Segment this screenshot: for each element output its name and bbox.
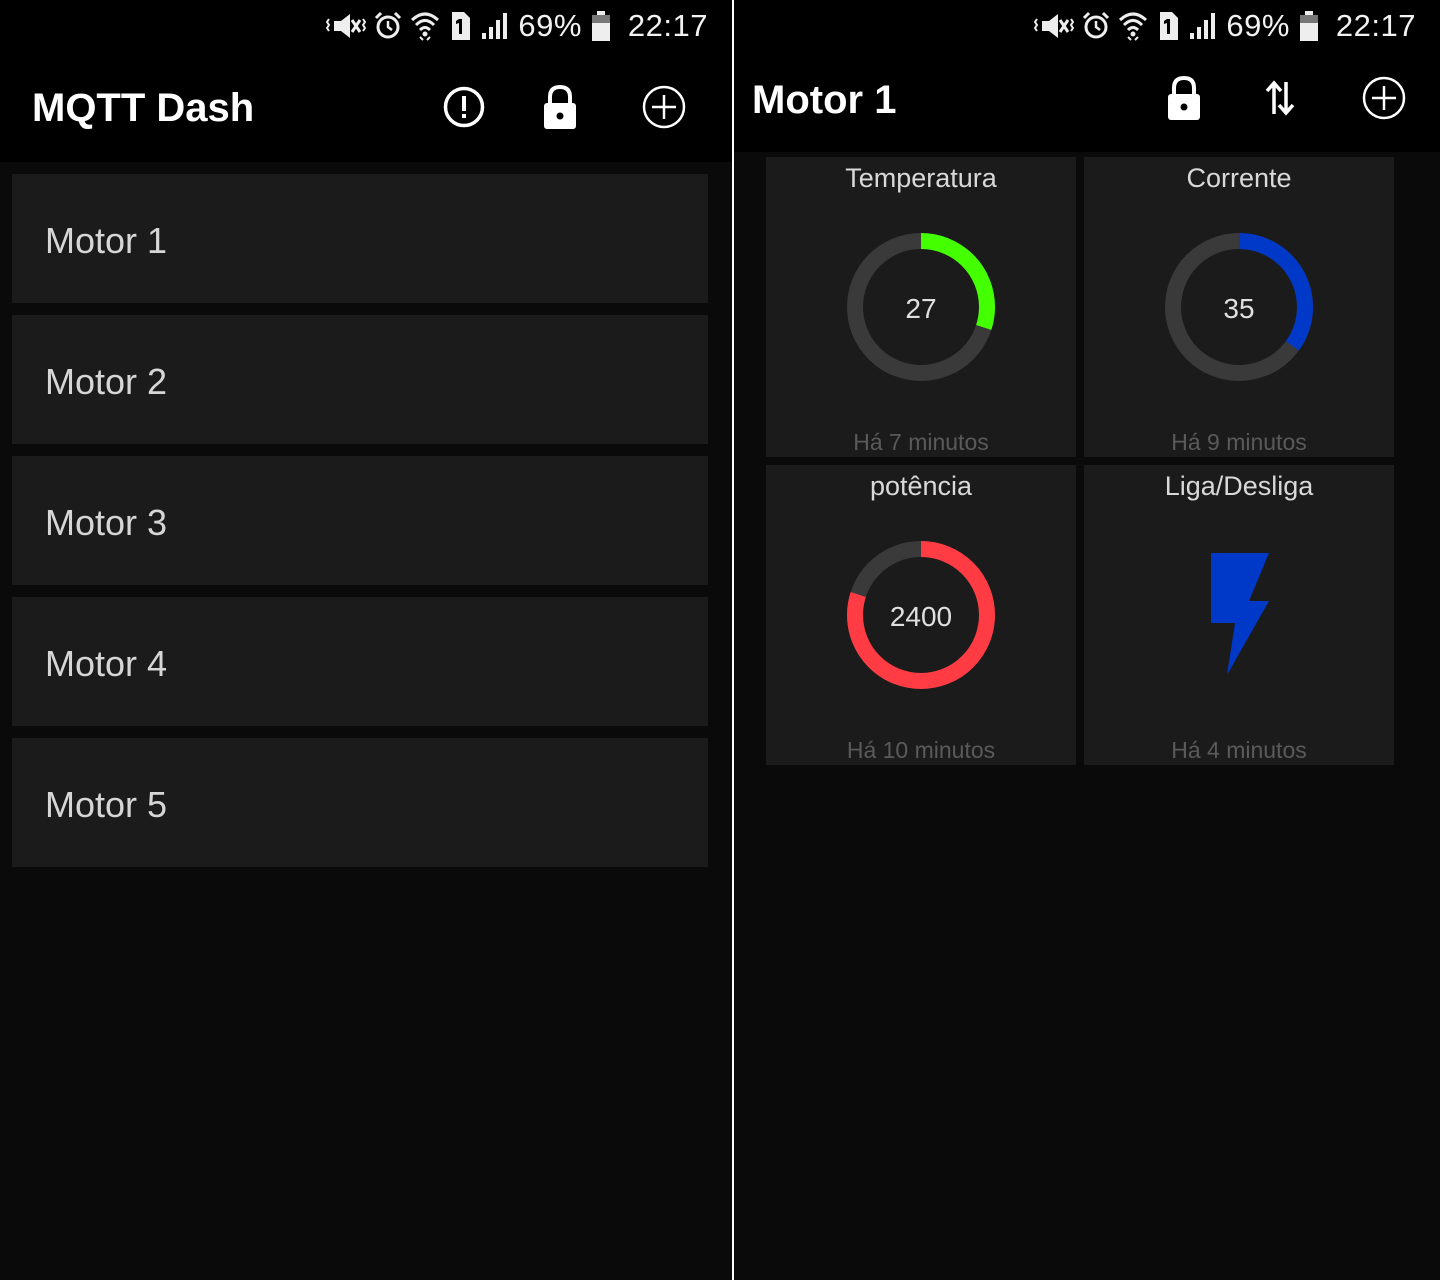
add-button[interactable] (636, 79, 692, 135)
list-item-label: Motor 2 (45, 361, 168, 402)
gauge-value: 27 (905, 293, 937, 324)
vibrate-mute-icon (326, 14, 367, 38)
sort-button[interactable] (1252, 70, 1308, 126)
tile-title: Temperatura (845, 163, 997, 193)
status-bar: 69% 22:17 (0, 0, 732, 52)
alert-icon (443, 86, 485, 128)
vibrate-mute-icon (1034, 14, 1075, 38)
clock: 22:17 (1335, 8, 1416, 43)
battery-percent: 69% (1226, 8, 1290, 43)
tile-temperatura[interactable]: Temperatura 27 Há 7 minutos (766, 157, 1076, 457)
clock: 22:17 (627, 8, 708, 43)
motor-dashboard-screen: 69% 22:17 Motor 1 Temperatura 27 Há 7 mi… (734, 0, 1440, 1280)
tile-title: potência (869, 471, 973, 501)
tile-updated: Há 10 minutos (846, 737, 996, 763)
signal-icon (1190, 13, 1216, 39)
alarm-icon (375, 11, 402, 39)
alert-button[interactable] (436, 79, 492, 135)
tile-updated: Há 4 minutos (1171, 737, 1307, 763)
add-icon (1362, 76, 1406, 120)
sort-arrows-icon (1265, 80, 1295, 116)
tile-title: Corrente (1186, 163, 1292, 193)
battery-icon (591, 11, 610, 41)
dashboard-list: Motor 1 Motor 2 Motor 3 Motor 4 Motor 5 (12, 174, 708, 879)
app-bar: Motor 1 (734, 52, 1440, 152)
sim-1-icon (1160, 12, 1179, 40)
sim-1-icon (452, 12, 471, 40)
dashboard-list-screen: 69% 22:17 MQTT Dash Motor 1 Motor 2 Moto… (0, 0, 732, 1280)
lightning-bolt-icon (1211, 553, 1269, 675)
list-item-motor-1[interactable]: Motor 1 (12, 174, 708, 303)
app-bar: MQTT Dash (0, 52, 732, 162)
battery-percent: 69% (518, 8, 582, 43)
list-item-label: Motor 5 (45, 784, 168, 825)
list-item-label: Motor 3 (45, 502, 168, 543)
app-title: MQTT Dash (32, 86, 255, 130)
add-tile-button[interactable] (1356, 70, 1412, 126)
wifi-icon (1119, 12, 1148, 41)
list-item-motor-4[interactable]: Motor 4 (12, 597, 708, 726)
tile-title: Liga/Desliga (1164, 471, 1314, 501)
add-icon (642, 85, 686, 129)
status-bar: 69% 22:17 (734, 0, 1440, 52)
lock-icon (1168, 75, 1200, 120)
tile-liga-desliga[interactable]: Liga/Desliga Há 4 minutos (1084, 465, 1394, 765)
gauge-value: 2400 (889, 601, 953, 632)
list-item-motor-2[interactable]: Motor 2 (12, 315, 708, 444)
list-item-motor-5[interactable]: Motor 5 (12, 738, 708, 867)
alarm-icon (1083, 11, 1110, 39)
tile-updated: Há 7 minutos (853, 429, 989, 455)
lock-button[interactable] (532, 79, 588, 135)
gauge-value: 35 (1223, 293, 1255, 324)
lock-icon (544, 84, 576, 129)
list-item-motor-3[interactable]: Motor 3 (12, 456, 708, 585)
list-item-label: Motor 1 (45, 220, 168, 261)
list-item-label: Motor 4 (45, 643, 168, 684)
tile-potencia[interactable]: potência 2400 Há 10 minutos (766, 465, 1076, 765)
dashboard-title: Motor 1 (752, 78, 897, 122)
wifi-icon (411, 12, 440, 41)
battery-icon (1299, 11, 1318, 41)
tile-corrente[interactable]: Corrente 35 Há 9 minutos (1084, 157, 1394, 457)
tile-updated: Há 9 minutos (1171, 429, 1307, 455)
signal-icon (482, 13, 508, 39)
lock-button[interactable] (1156, 70, 1212, 126)
